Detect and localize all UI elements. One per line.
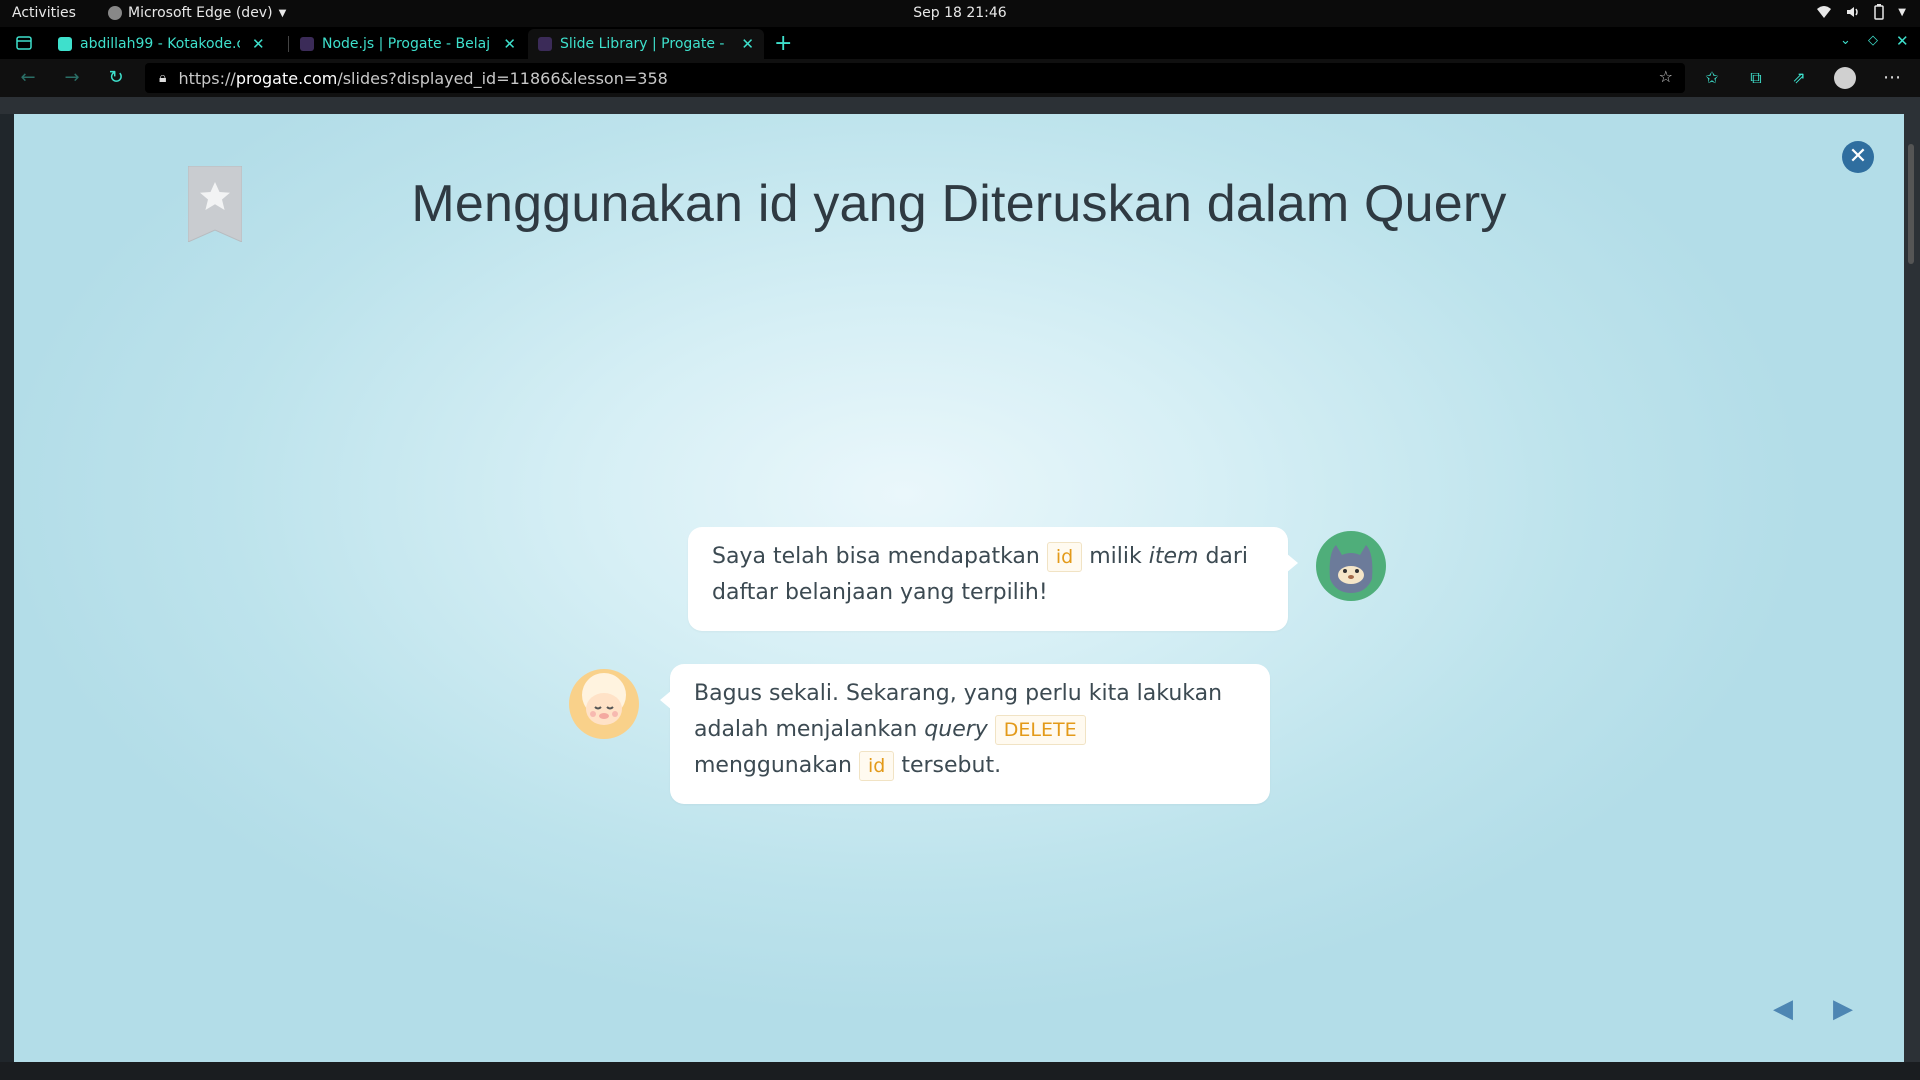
share-icon[interactable]: ⇗ (1787, 67, 1811, 91)
next-arrow-icon: ▶ (1833, 994, 1853, 1024)
tab-strip: abdillah99 - Kotakode.co ✕ Node.js | Pro… (0, 27, 1920, 59)
bubble-text: milik (1089, 544, 1142, 569)
clock[interactable]: Sep 18 21:46 (913, 5, 1006, 21)
prev-arrow-icon: ◀ (1773, 994, 1793, 1024)
chevron-down-icon: ▼ (1898, 6, 1906, 18)
tab-kotakode[interactable]: abdillah99 - Kotakode.co ✕ (48, 29, 288, 59)
tab-slide-library[interactable]: Slide Library | Progate - B ✕ (528, 29, 764, 59)
url-path: /slides?displayed_id=11866&lesson=358 (337, 68, 668, 88)
progate-favicon (300, 37, 314, 51)
sheep-avatar (569, 669, 639, 739)
sidebar-toggle-icon[interactable] (16, 36, 32, 50)
tab-title: abdillah99 - Kotakode.co (80, 36, 240, 52)
page-bottom-edge (0, 1062, 1920, 1080)
battery-icon (1874, 4, 1885, 20)
forward-icon[interactable]: → (60, 67, 84, 91)
app-menu[interactable]: Microsoft Edge (dev) ▼ (108, 5, 286, 21)
wifi-icon (1817, 6, 1832, 18)
tab-nodejs-progate[interactable]: Node.js | Progate - Belaja ✕ (290, 29, 526, 59)
close-icon[interactable]: ✕ (252, 35, 265, 53)
code-snippet: DELETE (994, 715, 1086, 745)
scrollbar-thumb[interactable] (1908, 144, 1914, 264)
chevron-down-icon[interactable]: ⌄ (1840, 33, 1851, 48)
tab-divider (288, 36, 289, 52)
collections-icon[interactable]: ⧉ (1744, 67, 1768, 91)
app-name: Microsoft Edge (dev) (128, 5, 273, 21)
code-snippet: id (859, 751, 895, 781)
background-page-edge (0, 114, 14, 1062)
kotakode-favicon (58, 37, 72, 51)
navigation-bar: ← → ↻ 🔒︎ https://progate.com/slides?disp… (0, 59, 1920, 97)
tab-title: Slide Library | Progate - B (560, 36, 730, 52)
close-icon[interactable]: ✕ (741, 35, 754, 53)
speech-bubble-teacher: Bagus sekali. Sekarang, yang perlu kita … (660, 664, 1270, 804)
activities-button[interactable]: Activities (12, 5, 76, 21)
favorite-add-icon[interactable]: ☆ (1659, 67, 1673, 86)
next-slide-button[interactable]: ▶ (1828, 994, 1858, 1024)
chevron-down-icon: ▼ (278, 7, 287, 19)
close-window-icon[interactable]: ✕ (1896, 32, 1909, 50)
more-icon[interactable]: ⋯ (1880, 67, 1904, 91)
profile-icon[interactable] (1834, 67, 1856, 89)
bubble-emphasis: query (924, 717, 988, 742)
close-slide-button[interactable]: ✕ (1842, 141, 1874, 173)
progate-favicon (538, 37, 552, 51)
ninja-cat-avatar (1316, 531, 1386, 601)
address-bar[interactable]: 🔒︎ https://progate.com/slides?displayed_… (145, 63, 1685, 93)
system-tray[interactable]: ▼ (1816, 4, 1906, 20)
back-icon[interactable]: ← (16, 67, 40, 91)
speech-bubble-student: Saya telah bisa mendapatkan id milik ite… (688, 527, 1298, 631)
url-host: progate.com (235, 68, 338, 88)
lock-icon[interactable]: 🔒︎ (159, 70, 166, 86)
slide-modal: ✕ Menggunakan id yang Diteruskan dalam Q… (14, 114, 1904, 1062)
slide-title: Menggunakan id yang Diteruskan dalam Que… (411, 175, 1507, 233)
plus-icon[interactable]: + (774, 31, 792, 56)
refresh-icon[interactable]: ↻ (104, 67, 128, 91)
bubble-text: tersebut. (901, 753, 1002, 778)
bubble-text: menggunakan (694, 753, 852, 778)
volume-icon (1847, 7, 1859, 17)
os-top-bar: Activities Microsoft Edge (dev) ▼ Sep 18… (0, 0, 1920, 27)
tab-title: Node.js | Progate - Belaja (322, 36, 492, 52)
page-scrollbar[interactable] (1904, 114, 1920, 1062)
url-scheme: https:// (178, 68, 236, 88)
bubble-emphasis: item (1148, 544, 1199, 569)
edge-app-icon (108, 6, 122, 20)
close-icon: ✕ (1848, 144, 1868, 169)
diamond-icon[interactable]: ◇ (1868, 33, 1878, 48)
bubble-text: Saya telah bisa mendapatkan (712, 544, 1040, 569)
code-snippet: id (1046, 542, 1083, 572)
prev-slide-button[interactable]: ◀ (1768, 994, 1798, 1024)
favorites-icon[interactable]: ✩ (1700, 67, 1724, 91)
close-icon[interactable]: ✕ (503, 35, 516, 53)
page-content: ✕ Menggunakan id yang Diteruskan dalam Q… (0, 97, 1920, 1080)
